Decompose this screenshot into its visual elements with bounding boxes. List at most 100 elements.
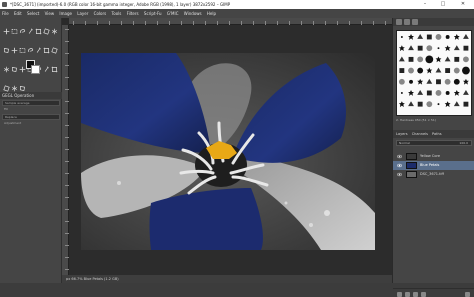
brush-preview[interactable]	[425, 55, 434, 64]
layer-row-selected[interactable]: Blue Petals	[393, 161, 474, 170]
brush-preview[interactable]	[417, 56, 424, 63]
brush-preview[interactable]	[463, 56, 469, 63]
brush-preview[interactable]	[453, 45, 460, 51]
paint-bucket-icon[interactable]	[27, 47, 34, 54]
brush-preview[interactable]	[453, 34, 460, 40]
crop-icon[interactable]	[35, 28, 42, 35]
rect-select-icon[interactable]	[11, 28, 18, 35]
layer-mode-select[interactable]: Normal 100.0	[396, 140, 472, 146]
layer-row[interactable]: DSC_3671.tiff	[393, 170, 474, 179]
brush-preview[interactable]	[463, 34, 469, 39]
brush-preview[interactable]	[398, 101, 405, 108]
brush-preview[interactable]	[463, 90, 469, 95]
raise-layer-icon[interactable]	[413, 292, 418, 297]
background-color[interactable]	[31, 65, 40, 74]
brush-preview[interactable]	[426, 34, 432, 40]
brush-preview[interactable]	[426, 101, 433, 108]
text-icon[interactable]	[19, 47, 26, 54]
pencil-icon[interactable]	[43, 47, 50, 54]
menu-gmic[interactable]: G'MIC	[167, 9, 179, 18]
brush-preview[interactable]	[409, 79, 413, 84]
brush-preview[interactable]	[445, 68, 451, 73]
eraser-icon[interactable]	[3, 66, 10, 73]
eye-icon[interactable]	[397, 163, 402, 168]
brush-preview[interactable]	[417, 67, 424, 74]
dodge-icon[interactable]	[51, 66, 58, 73]
measure-icon[interactable]	[2, 84, 10, 92]
ink-icon[interactable]	[19, 66, 26, 73]
brush-preview[interactable]	[453, 78, 460, 85]
brush-preview[interactable]	[463, 78, 469, 85]
brush-preview[interactable]	[426, 90, 432, 96]
brush-preview[interactable]	[399, 68, 405, 73]
brush-preview[interactable]	[417, 90, 424, 95]
lower-layer-icon[interactable]	[421, 292, 426, 297]
brush-preview[interactable]	[463, 45, 469, 51]
brush-preview[interactable]	[445, 35, 450, 39]
menu-filters[interactable]: Filters	[127, 9, 139, 18]
minimize-button[interactable]: –	[418, 0, 432, 9]
move-icon[interactable]	[3, 28, 10, 35]
brush-preview[interactable]	[417, 34, 424, 39]
tab-paths[interactable]: Paths	[432, 132, 442, 136]
brush-preview[interactable]	[463, 101, 469, 107]
brush-preview[interactable]	[435, 56, 442, 63]
brush-preview[interactable]	[437, 103, 440, 106]
close-button[interactable]: ✕	[456, 0, 470, 9]
brush-preview[interactable]	[408, 45, 414, 51]
brush-preview[interactable]	[436, 79, 441, 85]
brush-preview[interactable]	[435, 90, 442, 96]
transform-icon[interactable]	[42, 27, 50, 35]
tool-option-sample[interactable]: Sample average	[2, 100, 60, 106]
menu-edit[interactable]: Edit	[14, 9, 22, 18]
color-picker-icon[interactable]	[19, 85, 26, 92]
brush-preview[interactable]	[408, 101, 414, 107]
brush-preview[interactable]	[444, 45, 451, 52]
zoom-icon[interactable]	[11, 85, 18, 92]
brush-preview[interactable]	[453, 90, 460, 96]
brush-preview[interactable]	[444, 101, 451, 108]
brush-preview[interactable]	[435, 67, 442, 73]
brush-preview[interactable]	[437, 47, 440, 50]
image-canvas[interactable]	[81, 53, 375, 250]
warp-icon[interactable]	[11, 47, 18, 54]
brush-preview[interactable]	[444, 78, 451, 85]
paintbrush-icon[interactable]	[50, 46, 58, 54]
brush-preview[interactable]	[444, 56, 451, 62]
menu-windows[interactable]: Windows	[184, 9, 202, 18]
brush-preview[interactable]	[400, 91, 403, 94]
lasso-icon[interactable]	[19, 28, 26, 35]
brush-preview[interactable]	[435, 34, 442, 40]
eye-icon[interactable]	[397, 172, 402, 177]
brush-preview[interactable]	[417, 101, 423, 107]
brush-preview[interactable]	[408, 34, 414, 40]
brush-preview[interactable]	[408, 67, 414, 74]
fuzzy-select-icon[interactable]	[27, 27, 34, 35]
maximize-button[interactable]: □	[436, 0, 450, 9]
new-group-icon[interactable]	[405, 292, 410, 297]
brush-preview[interactable]	[426, 78, 433, 84]
menu-script-fu[interactable]: Script-Fu	[144, 9, 162, 18]
menu-file[interactable]: File	[2, 9, 9, 18]
brush-preview[interactable]	[417, 45, 423, 51]
delete-layer-icon[interactable]	[465, 292, 470, 297]
tab-layers[interactable]: Layers	[396, 132, 408, 136]
brush-preview[interactable]	[398, 56, 405, 62]
brush-preview[interactable]	[398, 45, 405, 52]
menu-view[interactable]: View	[45, 9, 55, 18]
vertical-ruler[interactable]	[62, 25, 69, 275]
canvas-area[interactable]	[69, 25, 392, 275]
layer-opacity-value[interactable]: 100.0	[459, 141, 468, 145]
menu-colors[interactable]: Colors	[94, 9, 107, 18]
gradient-icon[interactable]	[35, 46, 42, 54]
brush-preview[interactable]	[453, 67, 460, 74]
new-layer-icon[interactable]	[397, 292, 402, 297]
brush-preview[interactable]	[445, 91, 450, 95]
brush-preview[interactable]	[417, 78, 424, 85]
eye-icon[interactable]	[397, 154, 402, 159]
brush-preview[interactable]	[408, 90, 414, 96]
brush-preview[interactable]	[426, 67, 433, 74]
menu-tools[interactable]: Tools	[111, 9, 121, 18]
smudge-icon[interactable]	[43, 65, 50, 73]
menu-layer[interactable]: Layer	[77, 9, 88, 18]
